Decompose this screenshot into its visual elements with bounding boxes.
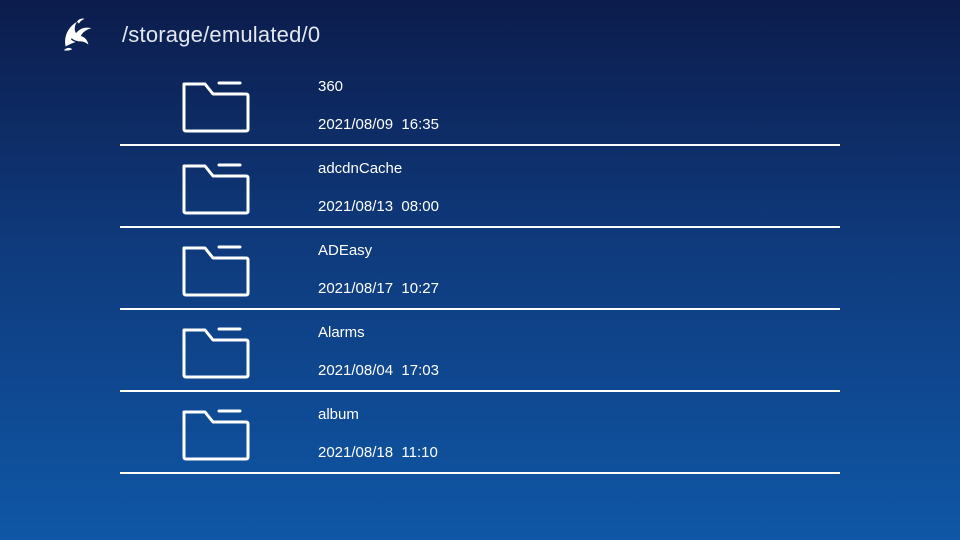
folder-icon xyxy=(182,327,250,379)
list-item[interactable]: adcdnCache 2021/08/13 08:00 xyxy=(120,146,840,228)
folder-icon xyxy=(182,163,250,215)
list-item[interactable]: album 2021/08/18 11:10 xyxy=(120,392,840,474)
file-name: album xyxy=(318,406,359,423)
folder-icon xyxy=(182,81,250,133)
header-bar: /storage/emulated/0 xyxy=(0,0,960,70)
file-date: 2021/08/04 17:03 xyxy=(318,362,439,379)
file-date: 2021/08/17 10:27 xyxy=(318,280,439,297)
list-item[interactable]: ADEasy 2021/08/17 10:27 xyxy=(120,228,840,310)
file-list: 360 2021/08/09 16:35 adcdnCache 2021/08/… xyxy=(120,64,840,474)
file-name: 360 xyxy=(318,78,344,95)
file-date: 2021/08/18 11:10 xyxy=(318,444,438,461)
list-item[interactable]: 360 2021/08/09 16:35 xyxy=(120,64,840,146)
file-name: Alarms xyxy=(318,324,365,341)
file-date: 2021/08/13 08:00 xyxy=(318,198,439,215)
dolphin-logo-icon[interactable] xyxy=(58,16,96,54)
file-name: ADEasy xyxy=(318,242,373,259)
folder-icon xyxy=(182,245,250,297)
file-date: 2021/08/09 16:35 xyxy=(318,116,439,133)
list-item[interactable]: Alarms 2021/08/04 17:03 xyxy=(120,310,840,392)
folder-icon xyxy=(182,409,250,461)
file-name: adcdnCache xyxy=(318,160,403,177)
current-path: /storage/emulated/0 xyxy=(122,22,321,47)
